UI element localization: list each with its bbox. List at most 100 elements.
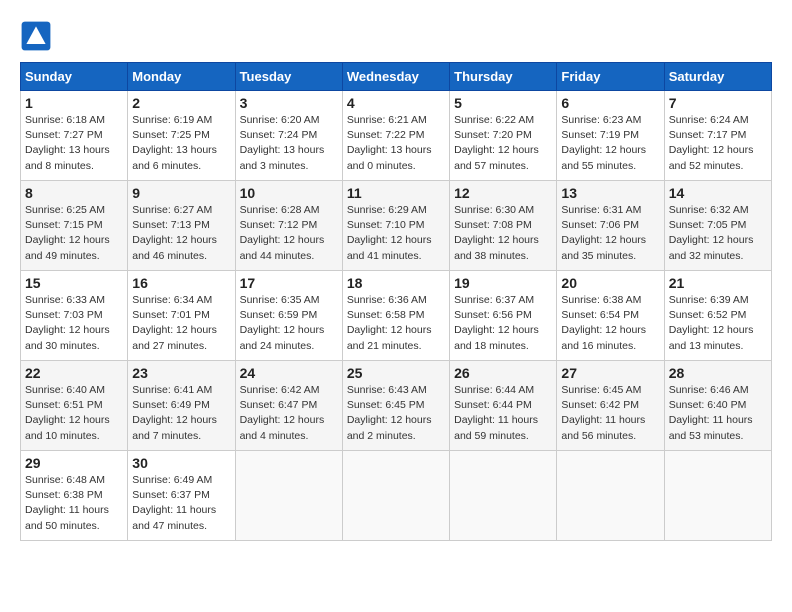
- day-info: Sunrise: 6:41 AMSunset: 6:49 PMDaylight:…: [132, 383, 230, 444]
- calendar-table: SundayMondayTuesdayWednesdayThursdayFrid…: [20, 62, 772, 541]
- day-number: 26: [454, 365, 552, 381]
- calendar-cell: 17 Sunrise: 6:35 AMSunset: 6:59 PMDaylig…: [235, 271, 342, 361]
- weekday-header-wednesday: Wednesday: [342, 63, 449, 91]
- day-number: 24: [240, 365, 338, 381]
- day-number: 19: [454, 275, 552, 291]
- calendar-cell: 2 Sunrise: 6:19 AMSunset: 7:25 PMDayligh…: [128, 91, 235, 181]
- day-number: 5: [454, 95, 552, 111]
- calendar-cell: 30 Sunrise: 6:49 AMSunset: 6:37 PMDaylig…: [128, 451, 235, 541]
- day-number: 3: [240, 95, 338, 111]
- calendar-week-4: 22 Sunrise: 6:40 AMSunset: 6:51 PMDaylig…: [21, 361, 772, 451]
- day-number: 16: [132, 275, 230, 291]
- calendar-cell: [235, 451, 342, 541]
- calendar-cell: 11 Sunrise: 6:29 AMSunset: 7:10 PMDaylig…: [342, 181, 449, 271]
- day-number: 30: [132, 455, 230, 471]
- day-number: 2: [132, 95, 230, 111]
- day-info: Sunrise: 6:39 AMSunset: 6:52 PMDaylight:…: [669, 293, 767, 354]
- day-info: Sunrise: 6:30 AMSunset: 7:08 PMDaylight:…: [454, 203, 552, 264]
- day-info: Sunrise: 6:25 AMSunset: 7:15 PMDaylight:…: [25, 203, 123, 264]
- day-number: 14: [669, 185, 767, 201]
- day-info: Sunrise: 6:19 AMSunset: 7:25 PMDaylight:…: [132, 113, 230, 174]
- weekday-header-row: SundayMondayTuesdayWednesdayThursdayFrid…: [21, 63, 772, 91]
- logo: [20, 20, 56, 52]
- weekday-header-thursday: Thursday: [450, 63, 557, 91]
- calendar-cell: 5 Sunrise: 6:22 AMSunset: 7:20 PMDayligh…: [450, 91, 557, 181]
- calendar-body: 1 Sunrise: 6:18 AMSunset: 7:27 PMDayligh…: [21, 91, 772, 541]
- day-number: 27: [561, 365, 659, 381]
- calendar-cell: 16 Sunrise: 6:34 AMSunset: 7:01 PMDaylig…: [128, 271, 235, 361]
- day-number: 1: [25, 95, 123, 111]
- day-number: 13: [561, 185, 659, 201]
- day-info: Sunrise: 6:20 AMSunset: 7:24 PMDaylight:…: [240, 113, 338, 174]
- calendar-cell: 23 Sunrise: 6:41 AMSunset: 6:49 PMDaylig…: [128, 361, 235, 451]
- day-number: 29: [25, 455, 123, 471]
- calendar-cell: 19 Sunrise: 6:37 AMSunset: 6:56 PMDaylig…: [450, 271, 557, 361]
- calendar-cell: 14 Sunrise: 6:32 AMSunset: 7:05 PMDaylig…: [664, 181, 771, 271]
- logo-icon: [20, 20, 52, 52]
- calendar-cell: 26 Sunrise: 6:44 AMSunset: 6:44 PMDaylig…: [450, 361, 557, 451]
- calendar-cell: 1 Sunrise: 6:18 AMSunset: 7:27 PMDayligh…: [21, 91, 128, 181]
- day-number: 22: [25, 365, 123, 381]
- weekday-header-sunday: Sunday: [21, 63, 128, 91]
- calendar-week-2: 8 Sunrise: 6:25 AMSunset: 7:15 PMDayligh…: [21, 181, 772, 271]
- day-number: 18: [347, 275, 445, 291]
- day-info: Sunrise: 6:23 AMSunset: 7:19 PMDaylight:…: [561, 113, 659, 174]
- day-number: 8: [25, 185, 123, 201]
- day-info: Sunrise: 6:44 AMSunset: 6:44 PMDaylight:…: [454, 383, 552, 444]
- day-info: Sunrise: 6:33 AMSunset: 7:03 PMDaylight:…: [25, 293, 123, 354]
- day-info: Sunrise: 6:37 AMSunset: 6:56 PMDaylight:…: [454, 293, 552, 354]
- day-info: Sunrise: 6:49 AMSunset: 6:37 PMDaylight:…: [132, 473, 230, 534]
- day-info: Sunrise: 6:28 AMSunset: 7:12 PMDaylight:…: [240, 203, 338, 264]
- day-number: 9: [132, 185, 230, 201]
- day-info: Sunrise: 6:34 AMSunset: 7:01 PMDaylight:…: [132, 293, 230, 354]
- day-number: 15: [25, 275, 123, 291]
- calendar-week-3: 15 Sunrise: 6:33 AMSunset: 7:03 PMDaylig…: [21, 271, 772, 361]
- day-number: 17: [240, 275, 338, 291]
- calendar-cell: 3 Sunrise: 6:20 AMSunset: 7:24 PMDayligh…: [235, 91, 342, 181]
- calendar-cell: [450, 451, 557, 541]
- calendar-cell: 29 Sunrise: 6:48 AMSunset: 6:38 PMDaylig…: [21, 451, 128, 541]
- page-header: [20, 20, 772, 52]
- calendar-cell: 28 Sunrise: 6:46 AMSunset: 6:40 PMDaylig…: [664, 361, 771, 451]
- calendar-cell: 25 Sunrise: 6:43 AMSunset: 6:45 PMDaylig…: [342, 361, 449, 451]
- day-info: Sunrise: 6:18 AMSunset: 7:27 PMDaylight:…: [25, 113, 123, 174]
- day-info: Sunrise: 6:32 AMSunset: 7:05 PMDaylight:…: [669, 203, 767, 264]
- calendar-week-1: 1 Sunrise: 6:18 AMSunset: 7:27 PMDayligh…: [21, 91, 772, 181]
- day-number: 6: [561, 95, 659, 111]
- calendar-cell: [557, 451, 664, 541]
- calendar-cell: 12 Sunrise: 6:30 AMSunset: 7:08 PMDaylig…: [450, 181, 557, 271]
- day-info: Sunrise: 6:38 AMSunset: 6:54 PMDaylight:…: [561, 293, 659, 354]
- calendar-cell: 27 Sunrise: 6:45 AMSunset: 6:42 PMDaylig…: [557, 361, 664, 451]
- day-info: Sunrise: 6:31 AMSunset: 7:06 PMDaylight:…: [561, 203, 659, 264]
- day-number: 7: [669, 95, 767, 111]
- calendar-cell: 8 Sunrise: 6:25 AMSunset: 7:15 PMDayligh…: [21, 181, 128, 271]
- calendar-cell: 6 Sunrise: 6:23 AMSunset: 7:19 PMDayligh…: [557, 91, 664, 181]
- day-info: Sunrise: 6:29 AMSunset: 7:10 PMDaylight:…: [347, 203, 445, 264]
- day-info: Sunrise: 6:36 AMSunset: 6:58 PMDaylight:…: [347, 293, 445, 354]
- calendar-cell: [342, 451, 449, 541]
- day-info: Sunrise: 6:24 AMSunset: 7:17 PMDaylight:…: [669, 113, 767, 174]
- day-number: 20: [561, 275, 659, 291]
- day-info: Sunrise: 6:43 AMSunset: 6:45 PMDaylight:…: [347, 383, 445, 444]
- calendar-cell: 4 Sunrise: 6:21 AMSunset: 7:22 PMDayligh…: [342, 91, 449, 181]
- calendar-cell: 7 Sunrise: 6:24 AMSunset: 7:17 PMDayligh…: [664, 91, 771, 181]
- weekday-header-friday: Friday: [557, 63, 664, 91]
- calendar-cell: 20 Sunrise: 6:38 AMSunset: 6:54 PMDaylig…: [557, 271, 664, 361]
- day-number: 12: [454, 185, 552, 201]
- day-info: Sunrise: 6:27 AMSunset: 7:13 PMDaylight:…: [132, 203, 230, 264]
- calendar-cell: 21 Sunrise: 6:39 AMSunset: 6:52 PMDaylig…: [664, 271, 771, 361]
- day-number: 28: [669, 365, 767, 381]
- day-number: 23: [132, 365, 230, 381]
- day-info: Sunrise: 6:35 AMSunset: 6:59 PMDaylight:…: [240, 293, 338, 354]
- calendar-cell: 15 Sunrise: 6:33 AMSunset: 7:03 PMDaylig…: [21, 271, 128, 361]
- calendar-cell: 9 Sunrise: 6:27 AMSunset: 7:13 PMDayligh…: [128, 181, 235, 271]
- day-info: Sunrise: 6:45 AMSunset: 6:42 PMDaylight:…: [561, 383, 659, 444]
- calendar-cell: 24 Sunrise: 6:42 AMSunset: 6:47 PMDaylig…: [235, 361, 342, 451]
- day-info: Sunrise: 6:21 AMSunset: 7:22 PMDaylight:…: [347, 113, 445, 174]
- weekday-header-tuesday: Tuesday: [235, 63, 342, 91]
- calendar-week-5: 29 Sunrise: 6:48 AMSunset: 6:38 PMDaylig…: [21, 451, 772, 541]
- calendar-cell: [664, 451, 771, 541]
- day-number: 25: [347, 365, 445, 381]
- calendar-cell: 18 Sunrise: 6:36 AMSunset: 6:58 PMDaylig…: [342, 271, 449, 361]
- weekday-header-saturday: Saturday: [664, 63, 771, 91]
